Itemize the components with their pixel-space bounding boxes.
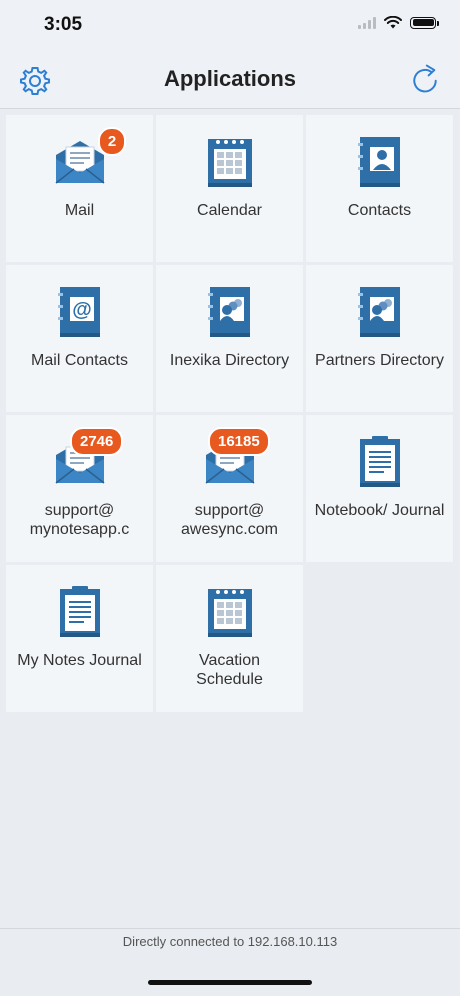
applications-grid: 2 Mail Calendar Contacts @ Mail Contacts… (6, 115, 454, 712)
app-tile-mail[interactable]: 2 Mail (6, 115, 153, 262)
app-tile-inexika-directory[interactable]: Inexika Directory (156, 265, 303, 412)
refresh-icon[interactable] (408, 62, 442, 96)
unread-count-badge: 2 (98, 127, 126, 156)
calendar-icon (207, 589, 252, 637)
unread-count-badge: 16185 (208, 427, 270, 456)
calendar-icon (207, 139, 252, 187)
notebook-icon (359, 436, 400, 487)
notebook-icon (59, 586, 100, 637)
app-label: Vacation Schedule (196, 652, 263, 688)
wifi-icon (384, 16, 402, 29)
connection-status: Directly connected to 192.168.10.113 (122, 934, 338, 949)
app-label: support@ mynotesapp.c (29, 502, 130, 538)
home-indicator[interactable] (148, 980, 312, 985)
svg-text:@: @ (72, 299, 92, 321)
battery-icon (410, 16, 439, 29)
app-label: support@ awesync.com (181, 502, 278, 538)
app-label: Mail (64, 202, 95, 219)
status-bar: 3:05 (0, 0, 460, 52)
directory-icon (207, 287, 250, 337)
footer-divider (0, 928, 460, 929)
app-tile-my-notes-journal[interactable]: My Notes Journal (6, 565, 153, 712)
app-label: Mail Contacts (31, 352, 128, 369)
unread-count-badge: 2746 (70, 427, 124, 456)
mail-contacts-icon: @ (57, 287, 100, 337)
app-tile-contacts[interactable]: Contacts (306, 115, 453, 262)
app-tile-notebook-journal[interactable]: Notebook/ Journal (306, 415, 453, 562)
app-label: Inexika Directory (169, 352, 290, 369)
app-tile-vacation-schedule[interactable]: Vacation Schedule (156, 565, 303, 712)
contacts-icon (357, 137, 400, 187)
status-time: 3:05 (44, 14, 83, 35)
signal-icon (358, 16, 376, 29)
app-label: My Notes Journal (17, 652, 142, 669)
nav-bar: Applications (0, 52, 460, 109)
app-label: Notebook/ Journal (314, 502, 445, 519)
app-label: Partners Directory (315, 352, 444, 369)
app-label: Calendar (197, 202, 262, 219)
status-icons (358, 16, 439, 29)
app-tile-mail-contacts[interactable]: @ Mail Contacts (6, 265, 153, 412)
app-tile-calendar[interactable]: Calendar (156, 115, 303, 262)
app-tile-support-awesync[interactable]: 16185 support@ awesync.com (156, 415, 303, 562)
app-tile-support-mynotesapp[interactable]: 2746 support@ mynotesapp.c (6, 415, 153, 562)
directory-icon (357, 287, 400, 337)
app-label: Contacts (347, 202, 412, 219)
page-title: Applications (163, 66, 296, 91)
app-tile-partners-directory[interactable]: Partners Directory (306, 265, 453, 412)
